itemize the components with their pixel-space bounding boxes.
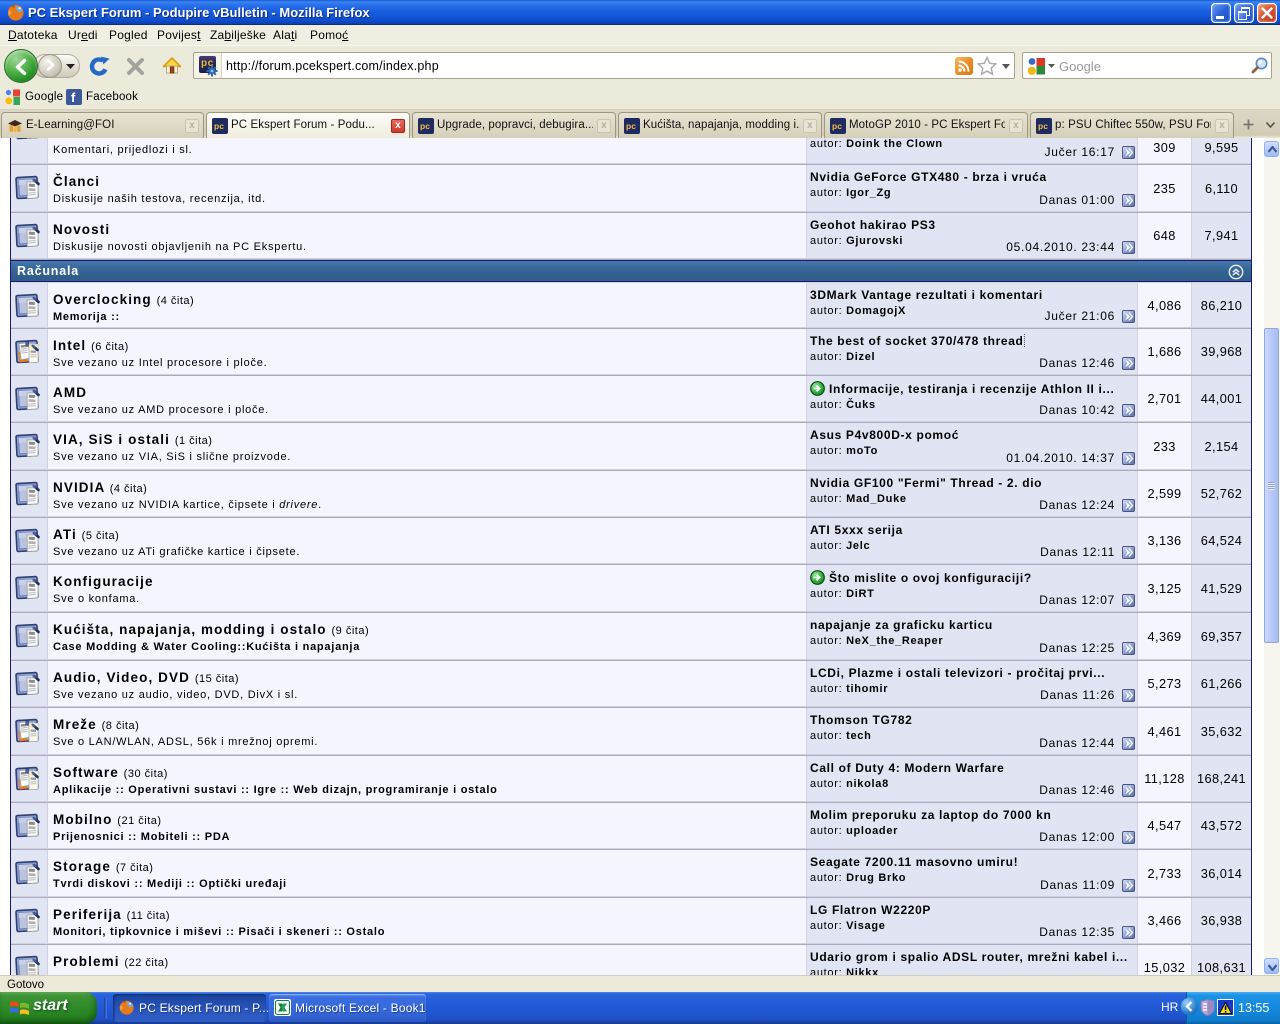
svg-text:pc: pc xyxy=(420,121,430,131)
svg-text:pc: pc xyxy=(1038,121,1048,131)
svg-text:pc: pc xyxy=(832,121,842,131)
svg-text:pc: pc xyxy=(214,121,224,131)
svg-text:pc: pc xyxy=(626,121,636,131)
